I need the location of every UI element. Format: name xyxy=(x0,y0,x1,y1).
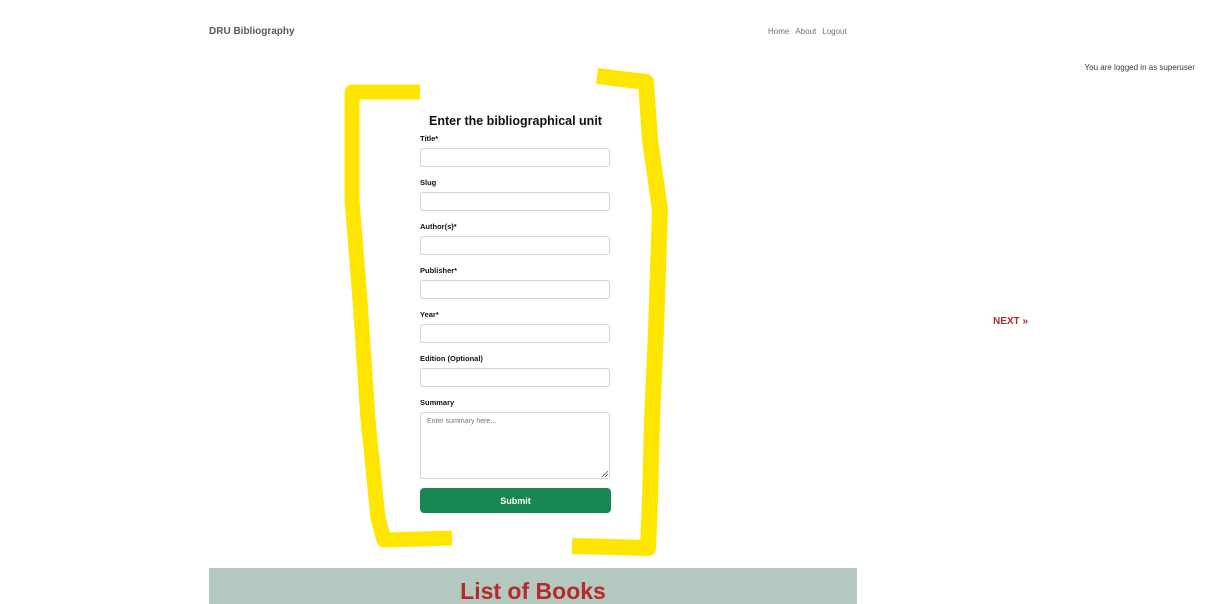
next-page-link[interactable]: NEXT » xyxy=(993,316,1028,327)
edition-label: Edition (Optional) xyxy=(420,354,483,363)
slug-input[interactable] xyxy=(420,192,610,211)
navbar-brand[interactable]: DRU Bibliography xyxy=(209,26,295,37)
summary-textarea[interactable]: Enter summary here... xyxy=(420,412,610,479)
login-status: You are logged in as superuser xyxy=(1084,63,1195,72)
highlight-annotation xyxy=(344,68,668,556)
list-section-banner: List of Books xyxy=(209,568,857,604)
year-label: Year* xyxy=(420,310,439,319)
authors-input[interactable] xyxy=(420,236,610,255)
form-title: Enter the bibliographical unit xyxy=(429,114,602,128)
edition-input[interactable] xyxy=(420,368,610,387)
nav-logout-link[interactable]: Logout xyxy=(822,27,846,36)
submit-button[interactable]: Submit xyxy=(420,488,611,513)
nav-about-link[interactable]: About xyxy=(795,27,816,36)
navbar-links: Home About Logout xyxy=(768,27,847,36)
resize-handle-icon[interactable] xyxy=(601,470,609,478)
list-section-title: List of Books xyxy=(460,578,606,604)
title-input[interactable] xyxy=(420,148,610,167)
year-input[interactable] xyxy=(420,324,610,343)
authors-label: Author(s)* xyxy=(420,222,457,231)
summary-label: Summary xyxy=(420,398,455,407)
nav-home-link[interactable]: Home xyxy=(768,27,789,36)
publisher-input[interactable] xyxy=(420,280,610,299)
slug-label: Slug xyxy=(420,178,437,187)
title-label: Title* xyxy=(420,134,439,143)
publisher-label: Publisher* xyxy=(420,266,458,275)
